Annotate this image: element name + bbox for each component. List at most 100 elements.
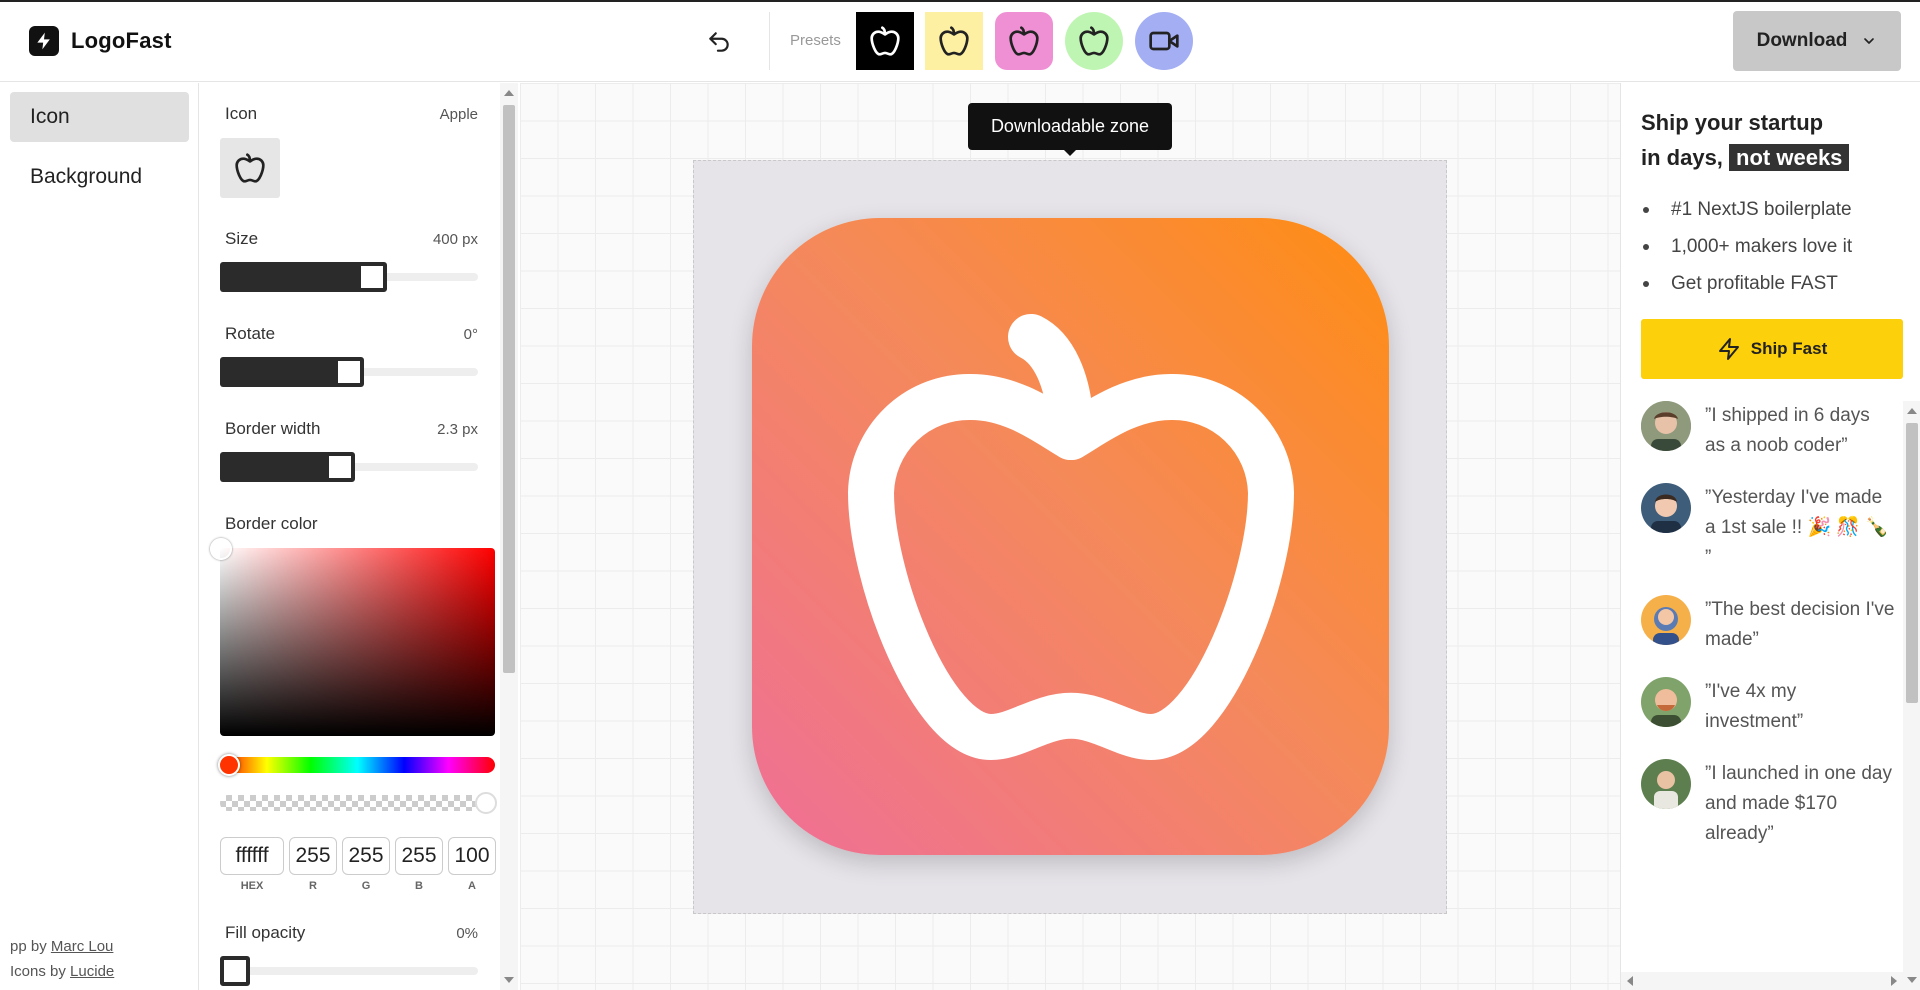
marc-lou-link[interactable]: Marc Lou <box>51 938 114 955</box>
brand-name: LogoFast <box>71 28 172 53</box>
icon-settings-panel: Icon Apple Size 400 px Rotate 0° Border … <box>200 83 498 990</box>
avatar <box>1641 595 1691 645</box>
testimonial-quote: ”Yesterday I've made a 1st sale !! 🎉 🎊 🍾… <box>1705 487 1889 568</box>
nav-item-background[interactable]: Background <box>10 152 189 202</box>
list-item: Get profitable FAST <box>1641 265 1852 302</box>
video-icon <box>1149 31 1179 51</box>
apple-icon <box>870 26 900 56</box>
g-input[interactable] <box>342 837 390 875</box>
lucide-link[interactable]: Lucide <box>70 963 114 980</box>
nav-item-label: Background <box>30 165 143 188</box>
promo-title-line2: in days, not weeks <box>1641 140 1850 175</box>
testimonial: ”Yesterday I've made a 1st sale !! 🎉 🎊 🍾… <box>1641 483 1895 573</box>
download-label: Download <box>1756 30 1848 51</box>
slider-thumb[interactable] <box>357 262 387 292</box>
testimonials-list: ”I shipped in 6 days as a noob coder” ”Y… <box>1621 401 1903 981</box>
scroll-left-arrow[interactable] <box>1627 976 1633 986</box>
promo-title: Ship your startup in days, not weeks <box>1641 105 1850 175</box>
testimonial: ”I shipped in 6 days as a noob coder” <box>1641 401 1895 461</box>
fill-opacity-value: 0% <box>456 925 478 942</box>
bolt-icon <box>29 26 59 56</box>
slider-fill <box>220 357 349 387</box>
g-field: G <box>342 837 390 892</box>
hex-input[interactable] <box>220 837 284 875</box>
undo-icon <box>709 32 729 52</box>
alpha-slider[interactable] <box>220 792 497 814</box>
slider-fill <box>220 262 372 292</box>
saturation-handle[interactable] <box>210 538 232 560</box>
slider-thumb[interactable] <box>220 956 250 986</box>
logo-preview <box>752 218 1389 855</box>
apple-icon <box>1009 26 1039 56</box>
r-field: R <box>289 837 337 892</box>
avatar <box>1641 483 1691 533</box>
preset-black[interactable] <box>856 12 914 70</box>
apple-icon <box>235 153 265 183</box>
promo-sidebar: Ship your startup in days, not weeks #1 … <box>1620 83 1920 990</box>
preview-canvas: Downloadable zone <box>520 83 1620 990</box>
testimonial-quote: ”I shipped in 6 days as a noob coder” <box>1705 405 1870 456</box>
testimonial-quote: ”I've 4x my investment” <box>1705 681 1804 732</box>
promo-title-line1: Ship your startup <box>1641 110 1824 135</box>
promo-title-prefix: in days, <box>1641 145 1723 170</box>
fill-opacity-label: Fill opacity <box>225 923 306 942</box>
top-bar: LogoFast Presets Download <box>0 0 1920 82</box>
scroll-up-arrow[interactable] <box>504 90 514 96</box>
fill-opacity-slider[interactable] <box>220 956 478 986</box>
scrollbar-thumb[interactable] <box>1906 423 1918 703</box>
a-caption: A <box>468 880 476 892</box>
hue-slider[interactable] <box>218 754 495 776</box>
preset-yellow[interactable] <box>925 12 983 70</box>
hue-handle[interactable] <box>218 754 240 776</box>
download-button[interactable]: Download <box>1733 11 1901 71</box>
chevron-down-icon <box>1864 38 1875 44</box>
testimonial-quote: ”I launched in one day and made $170 alr… <box>1705 763 1892 844</box>
slider-thumb[interactable] <box>325 452 355 482</box>
logofast-app: LogoFast Presets Download Icon Backgroun… <box>0 0 1920 990</box>
size-slider[interactable] <box>220 262 478 292</box>
border-width-value: 2.3 px <box>437 421 478 438</box>
undo-button[interactable] <box>700 24 738 60</box>
r-caption: R <box>309 880 317 892</box>
a-input[interactable] <box>448 837 496 875</box>
testimonial: ”I launched in one day and made $170 alr… <box>1641 759 1895 849</box>
ship-fast-button[interactable]: Ship Fast <box>1641 319 1903 379</box>
testimonials-horizontal-scrollbar[interactable] <box>1621 972 1903 990</box>
avatar <box>1641 759 1691 809</box>
border-color-label: Border color <box>225 514 318 533</box>
r-input[interactable] <box>289 837 337 875</box>
b-input[interactable] <box>395 837 443 875</box>
saturation-picker[interactable] <box>210 538 495 736</box>
testimonial-quote: ”The best decision I've made” <box>1705 599 1895 650</box>
brand-logo[interactable]: LogoFast <box>29 26 172 56</box>
icon-picker-button[interactable] <box>220 138 280 198</box>
list-item: #1 NextJS boilerplate <box>1641 191 1852 228</box>
scrollbar-thumb[interactable] <box>503 105 515 673</box>
testimonial: ”I've 4x my investment” <box>1641 677 1895 737</box>
rotate-slider[interactable] <box>220 357 478 387</box>
slider-thumb[interactable] <box>334 357 364 387</box>
apple-icon <box>939 26 969 56</box>
preset-pink[interactable] <box>995 12 1053 70</box>
hex-field: HEX <box>220 837 284 892</box>
testimonials-scrollbar[interactable] <box>1903 401 1920 990</box>
scroll-right-arrow[interactable] <box>1891 976 1897 986</box>
left-nav: Icon Background pp by Marc Lou Icons by … <box>0 83 199 990</box>
preset-green[interactable] <box>1065 12 1123 70</box>
credits-icons: Icons by Lucide <box>10 963 114 980</box>
top-border-line <box>0 0 1920 2</box>
border-width-slider[interactable] <box>220 452 478 482</box>
rotate-value: 0° <box>463 326 478 343</box>
preset-purple[interactable] <box>1135 12 1193 70</box>
alpha-handle[interactable] <box>475 792 497 814</box>
scroll-down-arrow[interactable] <box>504 977 514 983</box>
rgba-inputs: HEX R G B A <box>220 837 496 892</box>
credits-app: pp by Marc Lou <box>10 938 113 955</box>
scroll-down-arrow[interactable] <box>1907 977 1917 983</box>
nav-item-icon[interactable]: Icon <box>10 92 189 142</box>
scroll-up-arrow[interactable] <box>1907 408 1917 414</box>
header-divider <box>769 12 770 70</box>
panel-scrollbar[interactable] <box>500 83 518 990</box>
downloadable-zone <box>693 160 1447 914</box>
size-value: 400 px <box>432 231 478 248</box>
